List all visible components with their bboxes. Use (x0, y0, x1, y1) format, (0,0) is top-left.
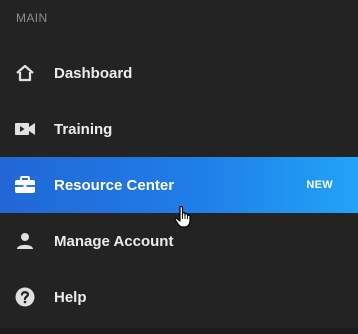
nav-item-training[interactable]: Training (0, 101, 358, 157)
briefcase-icon (14, 174, 36, 196)
nav-label-dashboard: Dashboard (54, 64, 133, 82)
nav-item-resource-center[interactable]: Resource Center NEW (0, 157, 358, 213)
nav-item-help[interactable]: Help (0, 269, 358, 325)
person-icon (14, 230, 36, 252)
help-circle-icon (14, 286, 36, 308)
sidebar-bottom-edge (0, 328, 358, 334)
video-camera-icon (14, 118, 36, 140)
nav-item-manage-account[interactable]: Manage Account (0, 213, 358, 269)
new-badge: NEW (306, 179, 333, 191)
nav-label-help: Help (54, 288, 87, 306)
nav-label-manage-account: Manage Account (54, 232, 174, 250)
nav-label-resource-center: Resource Center (54, 176, 175, 194)
nav-label-training: Training (54, 120, 113, 138)
home-icon (14, 62, 36, 84)
section-header: MAIN (16, 11, 48, 25)
nav-item-dashboard[interactable]: Dashboard (0, 45, 358, 101)
